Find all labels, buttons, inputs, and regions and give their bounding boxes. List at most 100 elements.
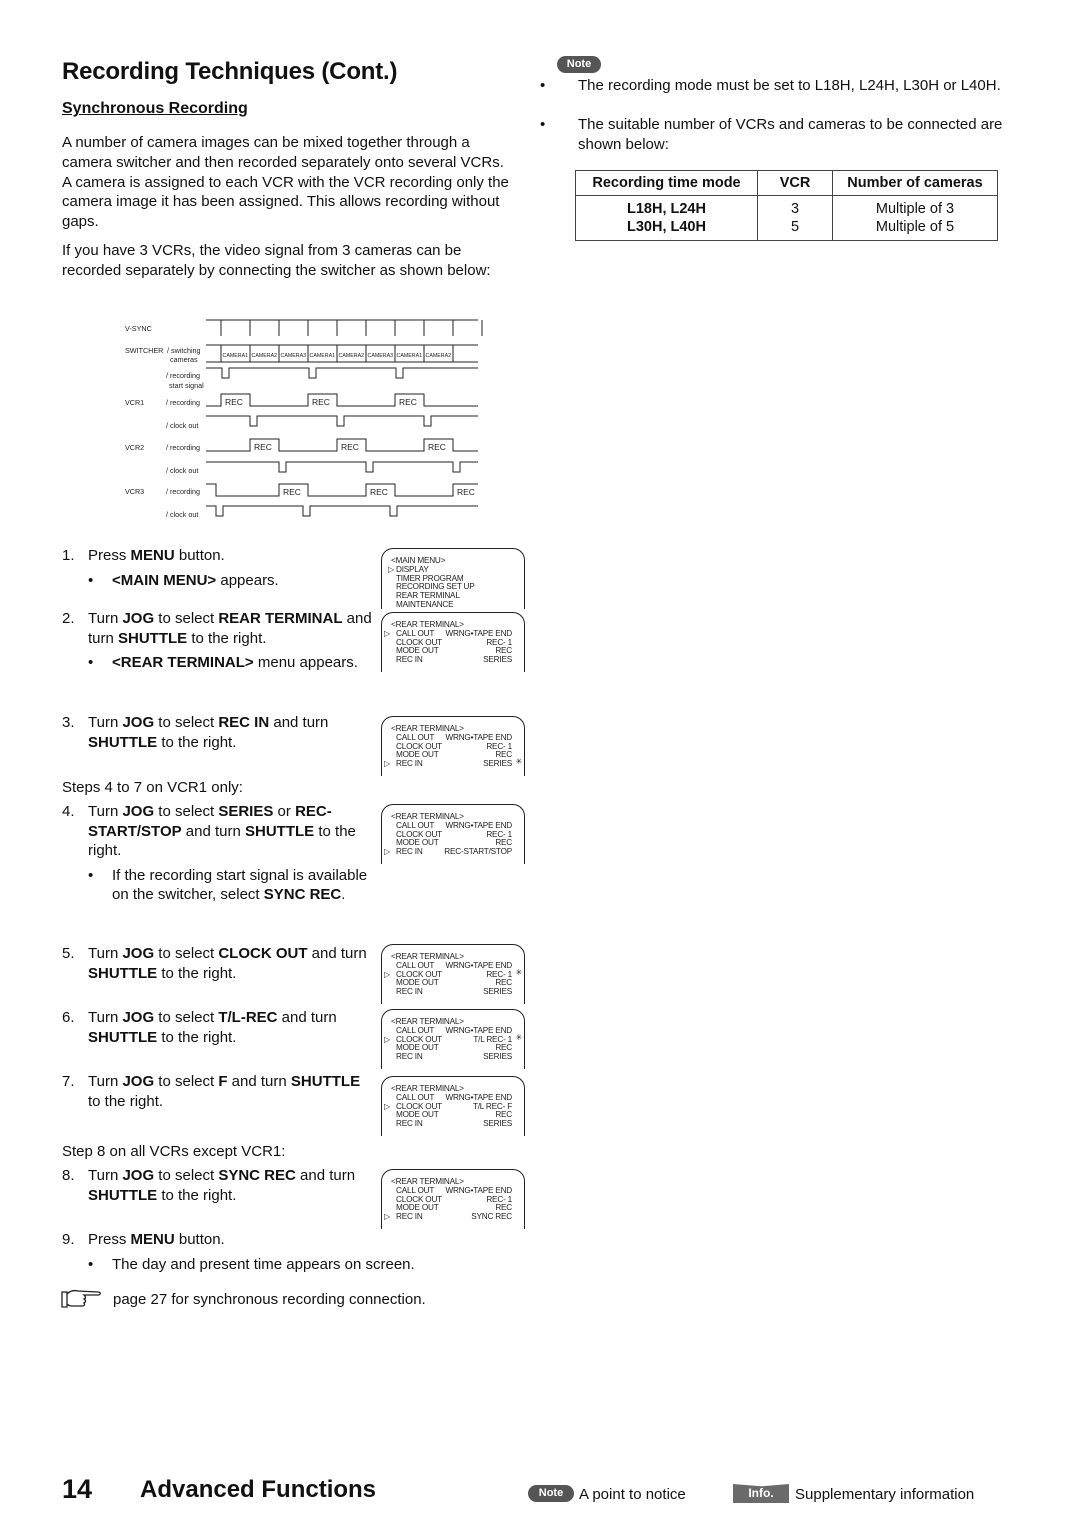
bold-term: <MAIN MENU> bbox=[112, 571, 217, 589]
label-switcher: SWITCHER bbox=[125, 346, 163, 355]
bold-term: MENU bbox=[130, 1231, 175, 1248]
table-row: L30H, L40H 5 Multiple of 5 bbox=[576, 218, 998, 241]
label-vcr3: VCR3 bbox=[125, 487, 144, 496]
osd-setting-row: ▷ ✳ REC IN SERIES bbox=[382, 757, 524, 769]
step-text: and turn bbox=[269, 714, 329, 731]
step-2: 2. Turn JOG to select REAR TERMINAL and t… bbox=[62, 609, 372, 673]
vcr3-recording-wave bbox=[206, 483, 478, 497]
step-text: and turn bbox=[181, 822, 246, 840]
note-legend-text: A point to notice bbox=[579, 1486, 686, 1503]
vcr1-recording-wave bbox=[206, 393, 478, 407]
bold-term: JOG bbox=[122, 1073, 155, 1090]
step-6: 6. Turn JOG to select T/L-REC and turn SH… bbox=[62, 1008, 372, 1047]
osd-setting-value: SERIES bbox=[483, 1119, 512, 1129]
bold-term: SHUTTLE bbox=[245, 822, 315, 840]
note-bullet: • The recording mode must be set to L18H… bbox=[540, 76, 1020, 96]
cursor-icon: ▷ bbox=[384, 628, 390, 638]
step-text: Turn bbox=[88, 1167, 123, 1184]
rec-label: REC bbox=[225, 397, 243, 407]
step-body: Turn JOG to select F and turn SHUTTLE to… bbox=[88, 1072, 372, 1111]
step-text: The day and present time appears on scre… bbox=[112, 1255, 415, 1273]
label-vcr1: VCR1 bbox=[125, 398, 144, 407]
osd-setting-label: REC IN bbox=[396, 987, 423, 997]
osd-rear-terminal: <REAR TERMINAL> CALL OUT WRNG•TAPE END ▷ ✳ CL… bbox=[381, 944, 525, 1004]
camera-slot-label: CAMERA3 bbox=[368, 353, 394, 359]
camera-slot-label: CAMERA1 bbox=[223, 353, 249, 359]
osd-setting-value: REC-START/STOP bbox=[444, 847, 512, 857]
label-vcr3-recording: / recording bbox=[166, 487, 200, 496]
osd-setting-label: REC IN bbox=[396, 1052, 423, 1062]
step-text: to select bbox=[154, 1167, 219, 1184]
label-recording: / recording bbox=[166, 371, 200, 380]
step-text: Press bbox=[88, 547, 131, 564]
label-vcr3-clock: / clock out bbox=[166, 510, 198, 519]
bullet-dot: • bbox=[540, 116, 546, 133]
bullet-dot: • bbox=[88, 1255, 94, 1273]
note-bullet-text: The recording mode must be set to L18H, … bbox=[578, 77, 1001, 94]
label-vcr2-clock: / clock out bbox=[166, 466, 198, 475]
step-text: and turn bbox=[277, 1009, 337, 1026]
step-4: 4. Turn JOG to select SERIES or REC-START… bbox=[62, 802, 372, 905]
camera-slot-label: CAMERA2 bbox=[426, 353, 452, 359]
bullet-dot: • bbox=[88, 571, 94, 589]
cursor-icon: ▷ bbox=[384, 1034, 390, 1044]
bold-term: T/L-REC bbox=[218, 1009, 278, 1026]
step-body: Turn JOG to select REC IN and turn SHUTT… bbox=[88, 713, 372, 752]
cursor-icon: ▷ bbox=[388, 564, 394, 574]
label-cameras: cameras bbox=[170, 355, 198, 364]
bold-term: SHUTTLE bbox=[118, 629, 188, 647]
page-reference: page 27 for synchronous recording connec… bbox=[113, 1291, 426, 1308]
step-body: Turn JOG to select T/L-REC and turn SHUT… bbox=[88, 1008, 372, 1047]
page-title: Recording Techniques (Cont.) bbox=[62, 58, 398, 85]
osd-menu-item: MAINTENANCE bbox=[382, 600, 524, 610]
pointing-hand-icon bbox=[60, 1288, 102, 1315]
step-text: to select bbox=[154, 1009, 219, 1026]
bold-term: SYNC REC bbox=[263, 886, 342, 904]
step-text: or bbox=[273, 803, 296, 820]
step-body: Turn JOG to select CLOCK OUT and turn SH… bbox=[88, 944, 372, 983]
bold-term: CLOCK OUT bbox=[218, 945, 308, 962]
osd-rear-terminal: <REAR TERMINAL> CALL OUT WRNG•TAPE END ▷ ✳ CL… bbox=[381, 1009, 525, 1069]
blink-indicator-icon: ✳ bbox=[515, 1032, 522, 1042]
step-text: Turn bbox=[88, 1073, 123, 1090]
cursor-icon: ▷ bbox=[384, 1101, 390, 1111]
osd-setting-value: SERIES bbox=[483, 759, 512, 769]
osd-setting-row: ▷ REC IN SYNC REC bbox=[382, 1212, 524, 1222]
step-number: 9. bbox=[62, 1231, 75, 1248]
osd-setting-label: REC IN bbox=[396, 655, 423, 665]
osd-rear-terminal: <REAR TERMINAL> CALL OUT WRNG•TAPE END ▷ CLO… bbox=[381, 1076, 525, 1136]
cursor-icon: ▷ bbox=[384, 847, 390, 857]
step-number: 7. bbox=[62, 1073, 75, 1090]
osd-setting-row: ▷ REC IN REC-START/STOP bbox=[382, 847, 524, 857]
step-text: Turn bbox=[88, 610, 123, 627]
intro-paragraph: If you have 3 VCRs, the video signal fro… bbox=[62, 242, 491, 279]
osd-setting-row: REC IN SERIES bbox=[382, 655, 524, 665]
rec-label: REC bbox=[283, 487, 301, 497]
camera-slot-label: CAMERA2 bbox=[252, 353, 278, 359]
step-text: appears. bbox=[216, 571, 279, 589]
osd-setting-row: REC IN SERIES bbox=[382, 1052, 524, 1062]
intro-paragraph: A number of camera images can be mixed t… bbox=[62, 134, 509, 231]
section-name: Advanced Functions bbox=[140, 1476, 377, 1503]
rec-label: REC bbox=[312, 397, 330, 407]
step-text: to the right. bbox=[157, 964, 237, 982]
bold-term: SYNC REC bbox=[218, 1167, 296, 1184]
osd-setting-row: REC IN SERIES bbox=[382, 1119, 524, 1129]
bold-term: MENU bbox=[130, 547, 175, 564]
step-bullet: • <REAR TERMINAL> menu appears. bbox=[88, 653, 372, 673]
vcr3-clock-wave bbox=[206, 505, 478, 517]
label-vsync: V-SYNC bbox=[125, 324, 152, 333]
note-badge: Note bbox=[557, 56, 601, 73]
camera-slot-label: CAMERA3 bbox=[281, 353, 307, 359]
step-body: Turn JOG to select REAR TERMINAL and tur… bbox=[88, 609, 372, 648]
bold-term: JOG bbox=[122, 1009, 155, 1026]
table-cell: 5 bbox=[757, 218, 833, 241]
rec-label: REC bbox=[428, 442, 446, 452]
cursor-icon: ▷ bbox=[384, 759, 390, 769]
rec-label: REC bbox=[399, 397, 417, 407]
step-bullet: • The day and present time appears on scr… bbox=[88, 1255, 482, 1275]
camera-slot-label: CAMERA1 bbox=[397, 353, 423, 359]
step-body: Turn JOG to select SYNC REC and turn SHU… bbox=[88, 1166, 372, 1205]
osd-setting-label: REC IN bbox=[396, 759, 423, 769]
step-number: 5. bbox=[62, 945, 75, 962]
